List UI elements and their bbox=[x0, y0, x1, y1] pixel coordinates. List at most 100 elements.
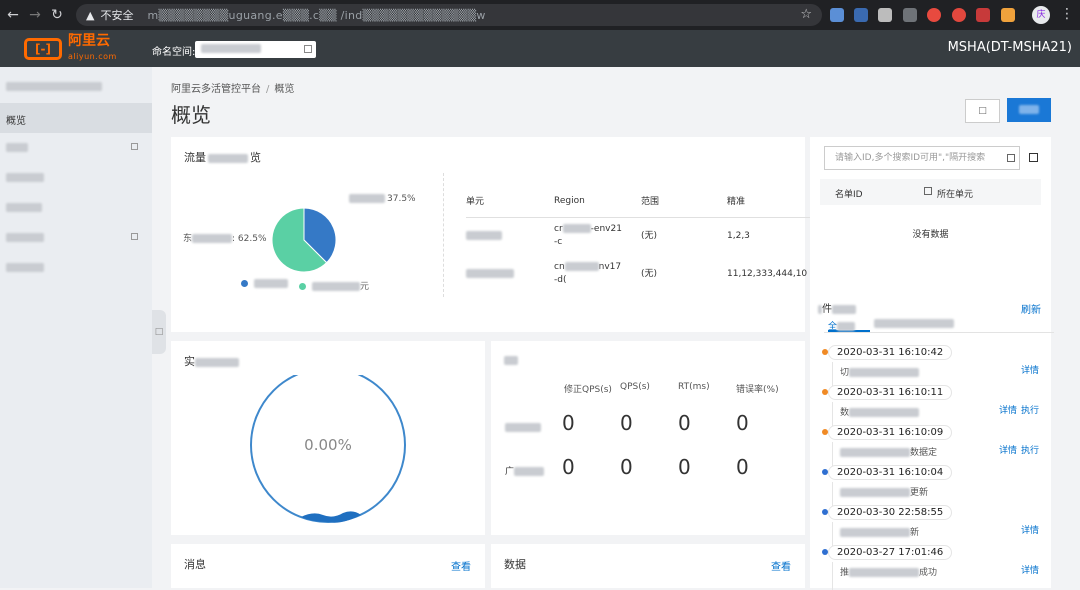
sidebar: 概览 bbox=[0, 67, 152, 588]
metric-header: 错误率(%) bbox=[736, 385, 779, 395]
empty-state: 没有数据 bbox=[912, 230, 949, 240]
blacklist-search-input[interactable]: 请输入ID,多个搜索ID可用","隔开搜索 bbox=[824, 146, 1020, 170]
metrics-card: 修正QPS(s) QPS(s) RT(ms) 错误率(%) 0 0 0 0 广 … bbox=[491, 341, 805, 535]
event-time: 2020-03-27 17:01:46 bbox=[828, 545, 953, 560]
table-header: Region bbox=[554, 185, 641, 218]
forward-icon[interactable]: → bbox=[24, 7, 46, 23]
region-label[interactable]: MSHA(DT-MSHA21) bbox=[948, 40, 1072, 55]
expand-icon bbox=[131, 233, 138, 240]
extension-icon[interactable] bbox=[927, 8, 941, 22]
security-label: 不安全 bbox=[100, 9, 134, 22]
view-link[interactable]: 查看 bbox=[451, 558, 471, 573]
event-actions: 详情 执行 bbox=[999, 403, 1039, 416]
sidebar-item[interactable] bbox=[0, 163, 152, 193]
extension-icon[interactable] bbox=[878, 8, 892, 22]
details-link[interactable]: 详情 bbox=[1021, 566, 1039, 576]
extension-icon[interactable] bbox=[1001, 8, 1015, 22]
card-title: 件 bbox=[818, 300, 856, 315]
url-text: m▒▒▒▒▒▒▒▒uguang.e▒▒▒.c▒▒ /ind▒▒▒▒▒▒▒▒▒▒▒… bbox=[147, 8, 486, 22]
execute-link[interactable]: 执行 bbox=[1021, 446, 1039, 456]
extension-icon[interactable] bbox=[854, 8, 868, 22]
tab-all[interactable]: 全 bbox=[828, 319, 870, 332]
profile-avatar[interactable]: 庆 bbox=[1032, 6, 1050, 24]
view-link[interactable]: 查看 bbox=[771, 558, 791, 573]
sidebar-item-label: 概览 bbox=[6, 116, 26, 127]
event-time: 2020-03-31 16:10:09 bbox=[828, 425, 953, 440]
namespace-value bbox=[201, 44, 261, 53]
pie-label: 东: 62.5% bbox=[183, 234, 267, 244]
execute-link[interactable]: 执行 bbox=[1021, 406, 1039, 416]
event-description: 数 bbox=[840, 405, 920, 418]
event-description: 更新 bbox=[840, 485, 928, 498]
namespace-select[interactable] bbox=[195, 41, 316, 58]
table-row: cr -env21 -c (无) 1,2,3 bbox=[466, 217, 812, 255]
refresh-link[interactable]: 刷新 bbox=[1021, 301, 1041, 316]
warning-icon: ▲ bbox=[86, 8, 95, 22]
redacted-text bbox=[840, 448, 910, 457]
column-unit: 所在单元 bbox=[937, 190, 974, 200]
sidebar-item[interactable] bbox=[0, 133, 152, 163]
event-desc-prefix: 推 bbox=[840, 568, 850, 578]
metric-value: 0 bbox=[562, 455, 575, 479]
card-title: 数据 bbox=[504, 558, 526, 571]
event-description: 切 bbox=[840, 365, 920, 378]
metric-row-label bbox=[505, 420, 541, 433]
list-header: 名单ID 所在单元 bbox=[820, 179, 1041, 205]
table-header: 单元 bbox=[466, 185, 554, 218]
table-header: 精准 bbox=[727, 185, 812, 218]
extension-icon[interactable] bbox=[830, 8, 844, 22]
event-actions: 详情 bbox=[1021, 523, 1039, 536]
event-actions: 详情 bbox=[1021, 363, 1039, 376]
sidebar-item-overview[interactable]: 概览 bbox=[0, 103, 152, 133]
secondary-button[interactable]: □ bbox=[965, 99, 1000, 123]
tab[interactable] bbox=[874, 319, 954, 332]
metric-value: 0 bbox=[562, 411, 575, 435]
search-icon[interactable] bbox=[1007, 154, 1015, 162]
event-time: 2020-03-31 16:10:11 bbox=[828, 385, 953, 400]
unit-checkbox[interactable] bbox=[924, 187, 932, 195]
details-link[interactable]: 详情 bbox=[1021, 526, 1039, 536]
event-actions: 详情 执行 bbox=[999, 443, 1039, 456]
pie-legend-item: 元 bbox=[299, 279, 369, 292]
extension-icon[interactable] bbox=[952, 8, 966, 22]
column-name: 名单ID bbox=[835, 190, 863, 200]
event-time: 2020-03-30 22:58:55 bbox=[828, 505, 953, 520]
details-link[interactable]: 详情 bbox=[1021, 366, 1039, 376]
details-link[interactable]: 详情 bbox=[999, 446, 1017, 456]
breadcrumb-root[interactable]: 阿里云多活管控平台 bbox=[171, 84, 261, 95]
sidebar-item[interactable] bbox=[0, 253, 152, 283]
filter-checkbox[interactable] bbox=[1029, 153, 1038, 162]
browser-menu-icon[interactable]: ⋮ bbox=[1060, 6, 1074, 22]
logo-subtext: aliyun.com bbox=[68, 52, 117, 61]
svg-text:0.00%: 0.00% bbox=[304, 436, 352, 454]
sidebar-item[interactable] bbox=[0, 193, 152, 223]
extension-icon[interactable] bbox=[903, 8, 917, 22]
redacted-text bbox=[849, 408, 920, 417]
metric-value: 0 bbox=[736, 411, 749, 435]
card-title: 实 bbox=[184, 353, 239, 369]
details-link[interactable]: 详情 bbox=[999, 406, 1017, 416]
back-icon[interactable]: ← bbox=[2, 7, 24, 23]
bookmark-star-icon[interactable]: ☆ bbox=[800, 7, 812, 22]
sidebar-item[interactable] bbox=[0, 223, 152, 253]
card-title bbox=[504, 353, 518, 366]
pie-legend-item bbox=[241, 279, 288, 289]
metric-header: QPS(s) bbox=[620, 382, 650, 392]
event-desc-suffix: 新 bbox=[910, 528, 920, 538]
primary-button[interactable] bbox=[1007, 98, 1051, 122]
redacted-text bbox=[849, 368, 920, 377]
legend-dot bbox=[299, 283, 306, 290]
reload-icon[interactable]: ↻ bbox=[46, 7, 68, 23]
extension-icon[interactable] bbox=[976, 8, 990, 22]
event-description: 数据定 bbox=[840, 445, 937, 458]
event-desc-suffix: 数据定 bbox=[910, 448, 938, 458]
metric-value: 0 bbox=[620, 455, 633, 479]
events-tabs: 全 bbox=[824, 319, 1054, 333]
card-title: 流量览 bbox=[184, 151, 261, 164]
page-title: 概览 bbox=[171, 103, 211, 127]
event-desc-suffix: 成功 bbox=[919, 568, 938, 578]
aliyun-logo[interactable]: [-] 阿里云 aliyun.com bbox=[24, 34, 117, 64]
address-bar[interactable]: ▲ 不安全 m▒▒▒▒▒▒▒▒uguang.e▒▒▒.c▒▒ /ind▒▒▒▒▒… bbox=[76, 4, 822, 26]
metric-row-label: 广 bbox=[505, 464, 545, 477]
realtime-card: 实 0.00% bbox=[171, 341, 485, 535]
